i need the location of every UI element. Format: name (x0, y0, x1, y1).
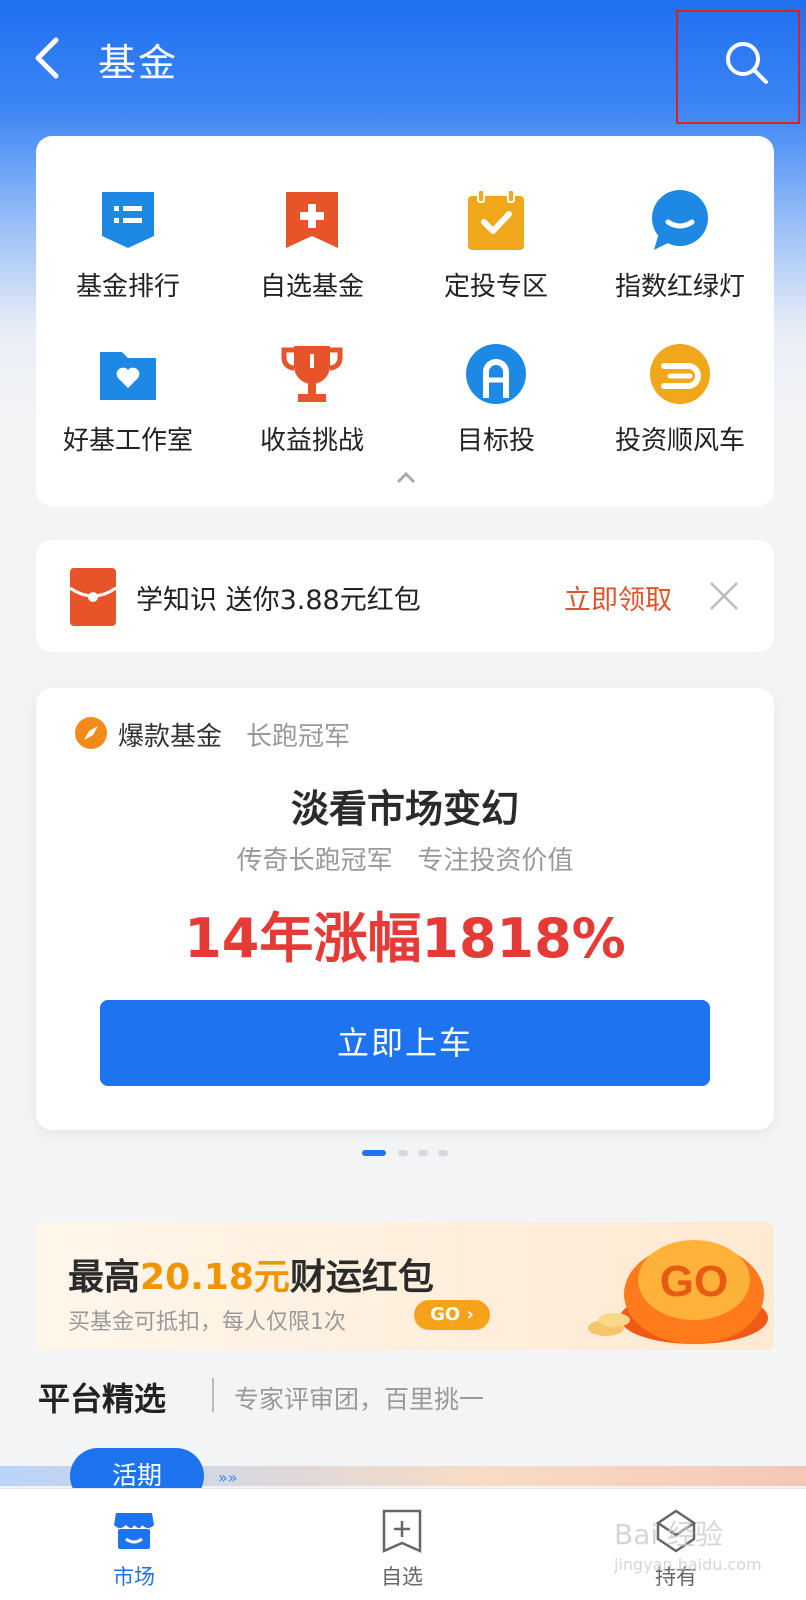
go-button-illustration: GO (588, 1240, 768, 1344)
claim-now-link[interactable]: 立即领取 (564, 578, 672, 617)
search-icon (726, 42, 768, 84)
menu-item-label: 目标投 (456, 426, 535, 456)
quick-menu-card: 基金排行 自选基金 定投专区 指数红绿灯 好基工作室 收益挑战 目标投 投资顺风… (36, 136, 774, 506)
menu-item-fund-studio[interactable]: 好基工作室 (36, 342, 220, 457)
menu-item-sip-zone[interactable]: 定投专区 (404, 188, 588, 303)
app-header: 基金 (0, 0, 806, 124)
banner-amount: 20.18元 (140, 1257, 290, 1298)
promo-bar[interactable]: 学知识 送你3.88元红包 立即领取 (36, 540, 774, 652)
menu-item-label: 好基工作室 (62, 426, 193, 456)
page-title: 基金 (98, 41, 179, 85)
nav-market[interactable]: 市场 (34, 1489, 234, 1600)
hot-fund-tag: 爆款基金 (118, 722, 223, 752)
menu-item-label: 定投专区 (443, 272, 548, 302)
trophy-icon (281, 346, 343, 402)
bookmark-add-icon (286, 192, 338, 248)
ranking-icon (102, 192, 154, 248)
carousel-dot (438, 1150, 448, 1156)
hot-fund-stat: 14年涨幅1818% (184, 907, 626, 970)
target-icon (466, 344, 526, 404)
compass-icon (75, 717, 107, 749)
nav-label: 市场 (113, 1565, 155, 1589)
bookmark-add-icon (382, 1509, 422, 1553)
section-subtitle: 专家评审团，百里挑一 (234, 1385, 485, 1414)
menu-item-favorite-funds[interactable]: 自选基金 (220, 188, 404, 303)
chat-bubble-icon (652, 190, 708, 250)
menu-item-target-invest[interactable]: 目标投 (404, 342, 588, 457)
menu-item-fund-ranking[interactable]: 基金排行 (36, 188, 220, 303)
folder-heart-icon (100, 352, 156, 400)
baidu-jingyan-watermark: Bai 经验 jingyan.baidu.com (614, 1518, 762, 1574)
carousel-dot (398, 1150, 408, 1156)
svg-text:GO: GO (660, 1257, 728, 1306)
menu-item-return-challenge[interactable]: 收益挑战 (220, 342, 404, 457)
chevron-up-icon (396, 471, 416, 484)
chevron-left-icon (35, 37, 59, 79)
board-now-button[interactable]: 立即上车 (100, 1000, 710, 1086)
red-packet-banner[interactable]: 最高20.18元财运红包 买基金可抵扣，每人仅限1次 GO › GO (36, 1222, 774, 1350)
menu-item-label: 指数红绿灯 (614, 272, 745, 302)
svg-text:jingyan.baidu.com: jingyan.baidu.com (614, 1555, 762, 1574)
close-icon[interactable] (708, 580, 740, 612)
menu-item-invest-ride[interactable]: 投资顺风车 (588, 342, 772, 457)
collapse-button[interactable] (386, 466, 426, 490)
search-button[interactable] (676, 10, 800, 124)
back-button[interactable] (30, 30, 80, 86)
svg-text:Bai 经验: Bai 经验 (614, 1518, 723, 1551)
carousel-dot (418, 1150, 428, 1156)
hot-fund-desc: 传奇长跑冠军 专注投资价值 (236, 846, 574, 876)
hot-fund-card[interactable]: 爆款基金 长跑冠军 淡看市场变幻 传奇长跑冠军 专注投资价值 14年涨幅1818… (36, 688, 774, 1130)
banner-go-pill[interactable]: GO › (414, 1300, 490, 1330)
menu-item-label: 投资顺风车 (614, 426, 745, 456)
menu-item-index-lights[interactable]: 指数红绿灯 (588, 188, 772, 303)
car-icon (650, 344, 710, 404)
menu-item-label: 基金排行 (75, 272, 180, 302)
hot-fund-title: 淡看市场变幻 (290, 787, 519, 831)
red-envelope-icon (70, 568, 116, 626)
hot-fund-subtag: 长跑冠军 (246, 722, 351, 752)
calendar-check-icon (468, 189, 524, 250)
section-divider (212, 1378, 214, 1412)
nav-favorites[interactable]: 自选 (302, 1489, 502, 1600)
promo-text: 学知识 送你3.88元红包 (136, 585, 421, 616)
banner-subtitle: 买基金可抵扣，每人仅限1次 (68, 1310, 346, 1335)
section-title: 平台精选 (38, 1380, 167, 1418)
store-icon (114, 1513, 154, 1549)
nav-label: 自选 (381, 1565, 423, 1589)
tab-arrows: »» (218, 1468, 238, 1487)
menu-item-label: 自选基金 (259, 272, 364, 302)
carousel-dot-active (362, 1150, 386, 1156)
menu-item-label: 收益挑战 (259, 426, 364, 456)
banner-title: 最高20.18元财运红包 (68, 1257, 434, 1298)
